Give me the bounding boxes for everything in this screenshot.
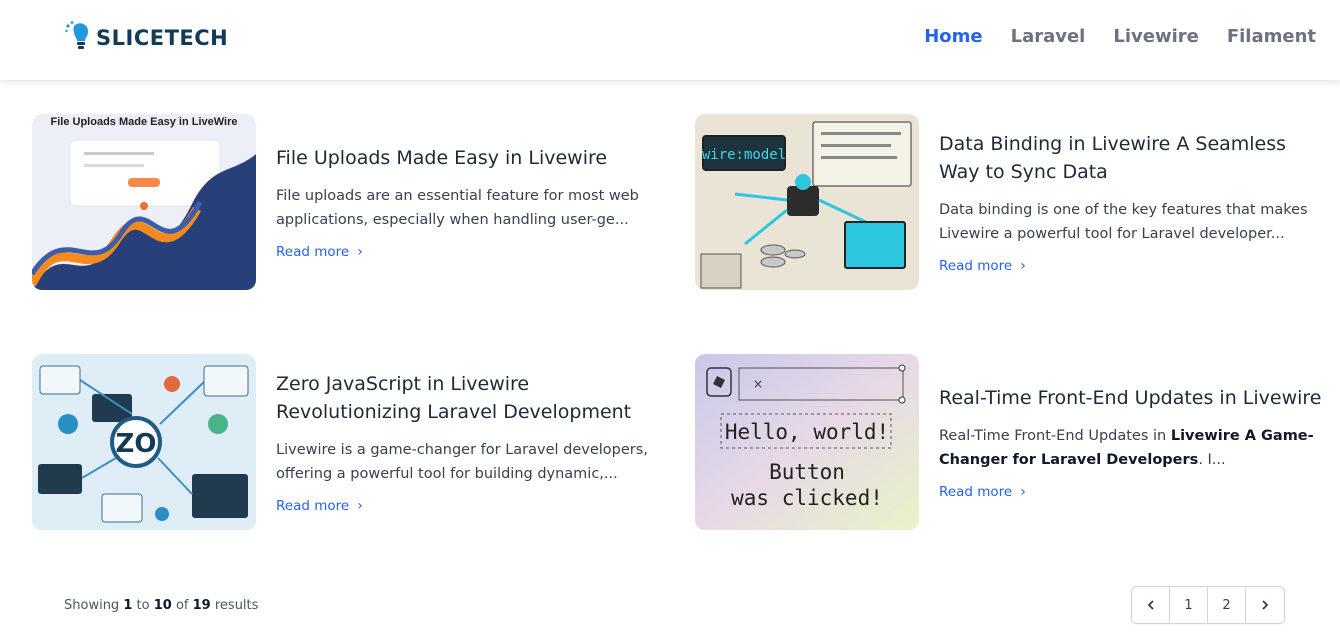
post-thumbnail[interactable]: File Uploads Made Easy in LiveWire xyxy=(32,114,256,290)
chevron-right-icon xyxy=(1262,600,1269,610)
thumbnail-button: Button xyxy=(769,460,845,484)
results-label: to xyxy=(136,598,150,613)
excerpt-text: . I... xyxy=(1198,452,1226,468)
chevron-right-icon: › xyxy=(357,244,363,260)
post-card: wire:model Data Binding in Livewire A Se… xyxy=(695,114,1329,290)
results-label: results xyxy=(214,598,259,613)
read-more-label: Read more xyxy=(939,258,1013,274)
post-title[interactable]: Real-Time Front-End Updates in Livewire xyxy=(939,384,1329,412)
post-excerpt: Livewire is a game-changer for Laravel d… xyxy=(276,442,648,482)
post-card: File Uploads Made Easy in LiveWire File … xyxy=(32,114,656,290)
read-more-label: Read more xyxy=(276,498,350,514)
excerpt-text: Real-Time Front-End Updates in xyxy=(939,428,1171,444)
post-thumbnail[interactable]: wire:model xyxy=(695,114,919,290)
nav-home[interactable]: Home xyxy=(924,26,982,47)
post-thumbnail[interactable]: ZO xyxy=(32,354,256,530)
page-1-button[interactable]: 1 xyxy=(1170,587,1208,623)
post-card: × Hello, world! Button was clicked! Real… xyxy=(695,354,1329,530)
results-summary: Showing 1 to 10 of 19 results xyxy=(64,598,258,613)
post-thumbnail[interactable]: × Hello, world! Button was clicked! xyxy=(695,354,919,530)
nav-laravel[interactable]: Laravel xyxy=(1011,26,1086,47)
thumbnail-clicked: was clicked! xyxy=(731,486,883,510)
read-more-link[interactable]: Read more › xyxy=(276,498,656,514)
page-2-button[interactable]: 2 xyxy=(1208,587,1246,623)
post-title[interactable]: File Uploads Made Easy in Livewire xyxy=(276,144,656,172)
thumbnail-caption: wire:model xyxy=(702,147,786,163)
prev-page-button[interactable] xyxy=(1132,587,1170,623)
main-nav: Home Laravel Livewire Filament xyxy=(924,26,1316,47)
brand-name: SLICETECH xyxy=(96,26,229,50)
read-more-label: Read more xyxy=(939,484,1013,500)
results-label: Showing xyxy=(64,598,120,613)
next-page-button[interactable] xyxy=(1246,587,1284,623)
nav-filament[interactable]: Filament xyxy=(1227,26,1316,47)
chevron-right-icon: › xyxy=(1020,484,1026,500)
lightbulb-icon xyxy=(65,21,89,49)
chevron-left-icon xyxy=(1147,600,1154,610)
post-title[interactable]: Zero JavaScript in Livewire Revolutioniz… xyxy=(276,370,656,426)
brand-logo[interactable]: SLICETECH xyxy=(64,20,228,56)
read-more-label: Read more xyxy=(276,244,350,260)
pagination: 1 2 xyxy=(1131,586,1285,624)
chevron-right-icon: › xyxy=(1020,258,1026,274)
post-excerpt: File uploads are an essential feature fo… xyxy=(276,188,639,228)
results-total: 19 xyxy=(192,598,211,613)
read-more-link[interactable]: Read more › xyxy=(939,258,1329,274)
nav-livewire[interactable]: Livewire xyxy=(1113,26,1198,47)
chevron-right-icon: › xyxy=(357,498,363,514)
post-title[interactable]: Data Binding in Livewire A Seamless Way … xyxy=(939,130,1329,186)
post-card: ZO Zero JavaScript in Livewire Revolutio… xyxy=(32,354,656,530)
read-more-link[interactable]: Read more › xyxy=(939,484,1329,500)
results-to: 10 xyxy=(153,598,172,613)
thumbnail-hello: Hello, world! xyxy=(725,420,889,444)
read-more-link[interactable]: Read more › xyxy=(276,244,656,260)
results-from: 1 xyxy=(123,598,133,613)
thumbnail-caption: File Uploads Made Easy in LiveWire xyxy=(51,116,238,128)
results-label: of xyxy=(175,598,189,613)
site-header: SLICETECH Home Laravel Livewire Filament xyxy=(0,0,1340,80)
post-excerpt: Data binding is one of the key features … xyxy=(939,202,1308,242)
post-excerpt: Real-Time Front-End Updates in Livewire … xyxy=(939,424,1329,472)
thumbnail-caption: ZO xyxy=(116,429,157,459)
svg-text:×: × xyxy=(753,377,763,391)
